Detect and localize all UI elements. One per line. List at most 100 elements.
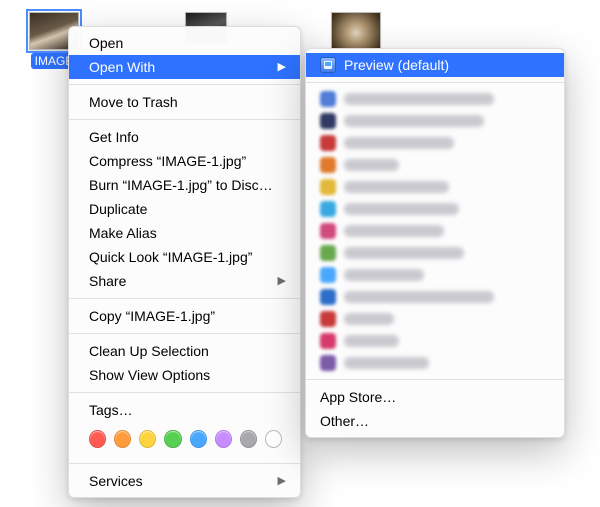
context-menu: Open Open With ▶ Move to Trash Get Info … [68,26,301,498]
menu-separator [69,84,300,85]
menu-label: Open [89,34,123,52]
submenu-app-blurred[interactable] [306,352,564,374]
menu-move-to-trash[interactable]: Move to Trash [69,90,300,114]
menu-get-info[interactable]: Get Info [69,125,300,149]
tag-yellow[interactable] [139,430,156,448]
menu-label: Get Info [89,128,139,146]
menu-compress[interactable]: Compress “IMAGE-1.jpg” [69,149,300,173]
preview-app-icon [320,57,336,73]
submenu-app-blurred[interactable] [306,132,564,154]
submenu-app-blurred[interactable] [306,154,564,176]
submenu-label-blurred [344,93,494,105]
submenu-label-blurred [344,247,464,259]
chevron-right-icon: ▶ [278,58,286,76]
submenu-app-blurred[interactable] [306,308,564,330]
submenu-label-blurred [344,203,459,215]
app-icon [320,135,336,151]
menu-separator [306,82,564,83]
menu-burn[interactable]: Burn “IMAGE-1.jpg” to Disc… [69,173,300,197]
submenu-blurred-apps [306,88,564,374]
menu-label: Make Alias [89,224,157,242]
tag-gray[interactable] [240,430,257,448]
file-item-3[interactable] [326,12,386,50]
app-icon [320,157,336,173]
menu-label: Burn “IMAGE-1.jpg” to Disc… [89,176,273,194]
menu-quick-look[interactable]: Quick Look “IMAGE-1.jpg” [69,245,300,269]
menu-label: Clean Up Selection [89,342,209,360]
tag-green[interactable] [164,430,181,448]
app-icon [320,179,336,195]
tag-purple[interactable] [215,430,232,448]
app-icon [320,91,336,107]
app-icon [320,355,336,371]
menu-label: Share [89,272,126,290]
menu-copy[interactable]: Copy “IMAGE-1.jpg” [69,304,300,328]
chevron-right-icon: ▶ [278,272,286,290]
submenu-preview-default[interactable]: Preview (default) [306,53,564,77]
open-with-submenu: Preview (default) App Store… Other… [305,48,565,438]
app-icon [320,201,336,217]
file-thumbnail [331,12,381,50]
menu-label: Copy “IMAGE-1.jpg” [89,307,215,325]
app-icon [320,245,336,261]
submenu-app-blurred[interactable] [306,176,564,198]
menu-label: Compress “IMAGE-1.jpg” [89,152,246,170]
submenu-label: Other… [320,412,369,430]
submenu-app-blurred[interactable] [306,198,564,220]
menu-open-with[interactable]: Open With ▶ [69,55,300,79]
menu-duplicate[interactable]: Duplicate [69,197,300,221]
tags-row [69,422,300,458]
menu-open[interactable]: Open [69,31,300,55]
app-icon [320,223,336,239]
menu-label: Show View Options [89,366,210,384]
menu-separator [69,333,300,334]
menu-label: Tags… [89,401,133,419]
submenu-other[interactable]: Other… [306,409,564,433]
submenu-label-blurred [344,159,399,171]
submenu-label-blurred [344,335,399,347]
submenu-label-blurred [344,225,444,237]
chevron-right-icon: ▶ [278,472,286,490]
menu-separator [69,392,300,393]
app-icon [320,333,336,349]
menu-clean-up[interactable]: Clean Up Selection [69,339,300,363]
submenu-label-blurred [344,269,424,281]
menu-services[interactable]: Services ▶ [69,469,300,493]
submenu-app-blurred[interactable] [306,110,564,132]
app-icon [320,267,336,283]
submenu-label-blurred [344,291,494,303]
submenu-app-blurred[interactable] [306,286,564,308]
menu-make-alias[interactable]: Make Alias [69,221,300,245]
submenu-label-blurred [344,115,484,127]
menu-label: Services [89,472,143,490]
app-icon [320,289,336,305]
menu-label: Move to Trash [89,93,178,111]
submenu-app-blurred[interactable] [306,330,564,352]
app-icon [320,311,336,327]
menu-separator [306,379,564,380]
menu-separator [69,298,300,299]
app-icon [320,113,336,129]
submenu-label-blurred [344,357,429,369]
submenu-label-blurred [344,181,449,193]
submenu-app-store[interactable]: App Store… [306,385,564,409]
menu-label: Quick Look “IMAGE-1.jpg” [89,248,252,266]
submenu-app-blurred[interactable] [306,264,564,286]
tag-none[interactable] [265,430,282,448]
menu-tags[interactable]: Tags… [69,398,300,422]
menu-separator [69,463,300,464]
tag-blue[interactable] [190,430,207,448]
menu-label: Open With [89,58,155,76]
submenu-app-blurred[interactable] [306,242,564,264]
tag-orange[interactable] [114,430,131,448]
tag-red[interactable] [89,430,106,448]
menu-show-view-options[interactable]: Show View Options [69,363,300,387]
submenu-label: Preview (default) [344,56,449,74]
menu-label: Duplicate [89,200,147,218]
submenu-app-blurred[interactable] [306,220,564,242]
menu-share[interactable]: Share ▶ [69,269,300,293]
submenu-label-blurred [344,313,394,325]
submenu-label-blurred [344,137,454,149]
submenu-app-blurred[interactable] [306,88,564,110]
submenu-label: App Store… [320,388,396,406]
